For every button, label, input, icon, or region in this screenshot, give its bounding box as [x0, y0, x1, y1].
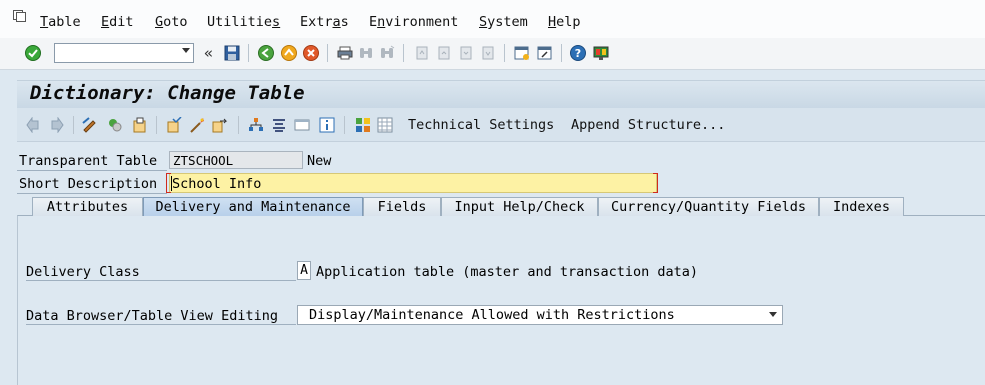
- toolbar-separator: [156, 116, 157, 134]
- technical-settings-button[interactable]: Technical Settings: [408, 117, 554, 133]
- short-description-value: School Info: [172, 176, 262, 192]
- cancel-icon[interactable]: [303, 45, 319, 61]
- chevron-down-icon[interactable]: [769, 312, 777, 317]
- toolbar-separator: [561, 44, 562, 62]
- check-icon[interactable]: [166, 117, 182, 133]
- label-underline: [17, 170, 167, 171]
- menu-extras[interactable]: Extras: [300, 14, 349, 30]
- help-icon[interactable]: ?: [570, 45, 586, 61]
- label-underline: [26, 324, 296, 325]
- object-list-icon[interactable]: [248, 117, 264, 133]
- menu-environment[interactable]: Environment: [369, 14, 458, 30]
- toolbar-separator: [403, 44, 404, 62]
- tab-input-help-check[interactable]: Input Help/Check: [441, 197, 598, 216]
- data-browser-value: Display/Maintenance Allowed with Restric…: [309, 307, 675, 323]
- toolbar-separator: [504, 44, 505, 62]
- display-object-list-icon[interactable]: [294, 117, 310, 133]
- first-page-icon: [416, 46, 428, 60]
- delivery-class-field[interactable]: A: [297, 261, 311, 280]
- save-icon[interactable]: [224, 45, 240, 61]
- previous-page-icon: [438, 46, 450, 60]
- tab-fields[interactable]: Fields: [363, 197, 441, 216]
- exit-icon[interactable]: [281, 45, 297, 61]
- menu-edit[interactable]: Edit: [101, 14, 134, 30]
- table-name-value: ZTSCHOOL: [173, 153, 234, 168]
- tab-attributes[interactable]: Attributes: [32, 197, 143, 216]
- other-object-icon[interactable]: [132, 117, 148, 133]
- table-status: New: [307, 153, 332, 169]
- system-menu-icon[interactable]: [13, 10, 26, 22]
- generate-shortcut-icon[interactable]: [537, 45, 553, 61]
- tab-indexes[interactable]: Indexes: [819, 197, 904, 216]
- active-inactive-icon[interactable]: [107, 117, 123, 133]
- find-icon: [360, 48, 372, 58]
- print-icon[interactable]: [337, 45, 353, 61]
- create-session-icon[interactable]: [514, 45, 530, 61]
- next-page-icon: [460, 46, 472, 60]
- hierarchy-icon[interactable]: [271, 117, 287, 133]
- back-icon[interactable]: [258, 45, 274, 61]
- previous-object-icon: [26, 117, 39, 133]
- toolbar-separator: [73, 116, 74, 134]
- activate-icon[interactable]: [189, 117, 205, 133]
- collapse-toolbar-icon[interactable]: «: [204, 44, 213, 62]
- text-cursor: [171, 176, 172, 191]
- toolbar-separator: [327, 44, 328, 62]
- where-used-list-icon[interactable]: [212, 117, 228, 133]
- menu-goto[interactable]: Goto: [155, 14, 188, 30]
- toolbar-separator: [344, 116, 345, 134]
- required-marker-right: [653, 173, 658, 193]
- last-page-icon: [482, 46, 494, 60]
- tab-currency-quantity-fields[interactable]: Currency/Quantity Fields: [598, 197, 819, 216]
- data-browser-select[interactable]: Display/Maintenance Allowed with Restric…: [297, 305, 783, 325]
- toolbar-separator: [248, 44, 249, 62]
- chevron-down-icon[interactable]: [182, 48, 190, 53]
- command-field[interactable]: [54, 43, 194, 63]
- info-icon[interactable]: [319, 117, 335, 133]
- menu-utilities[interactable]: Utilities: [207, 14, 280, 30]
- find-next-icon: [381, 45, 395, 58]
- transparent-table-label: Transparent Table: [19, 153, 158, 169]
- table-grid-icon[interactable]: [377, 117, 393, 133]
- menu-system[interactable]: System: [479, 14, 528, 30]
- menu-help[interactable]: Help: [548, 14, 581, 30]
- tab-panel: [17, 215, 985, 385]
- delivery-class-label: Delivery Class: [26, 264, 140, 280]
- customize-layout-icon[interactable]: [593, 45, 609, 61]
- toolbar-separator: [238, 116, 239, 134]
- page-title: Dictionary: Change Table: [30, 82, 305, 104]
- enter-checkmark-icon[interactable]: [25, 45, 41, 61]
- command-input[interactable]: [57, 45, 169, 61]
- tab-delivery-and-maintenance[interactable]: Delivery and Maintenance: [143, 197, 363, 216]
- svg-text:?: ?: [575, 47, 581, 60]
- label-underline: [26, 280, 296, 281]
- data-browser-label: Data Browser/Table View Editing: [26, 308, 278, 324]
- layout-icon[interactable]: [355, 117, 371, 133]
- delivery-class-description: Application table (master and transactio…: [316, 264, 699, 280]
- menu-table[interactable]: Table: [40, 14, 81, 30]
- label-underline: [17, 193, 167, 194]
- short-description-label: Short Description: [19, 176, 158, 192]
- next-object-icon: [51, 117, 64, 133]
- display-change-icon[interactable]: [82, 117, 98, 133]
- append-structure-button[interactable]: Append Structure...: [571, 117, 725, 133]
